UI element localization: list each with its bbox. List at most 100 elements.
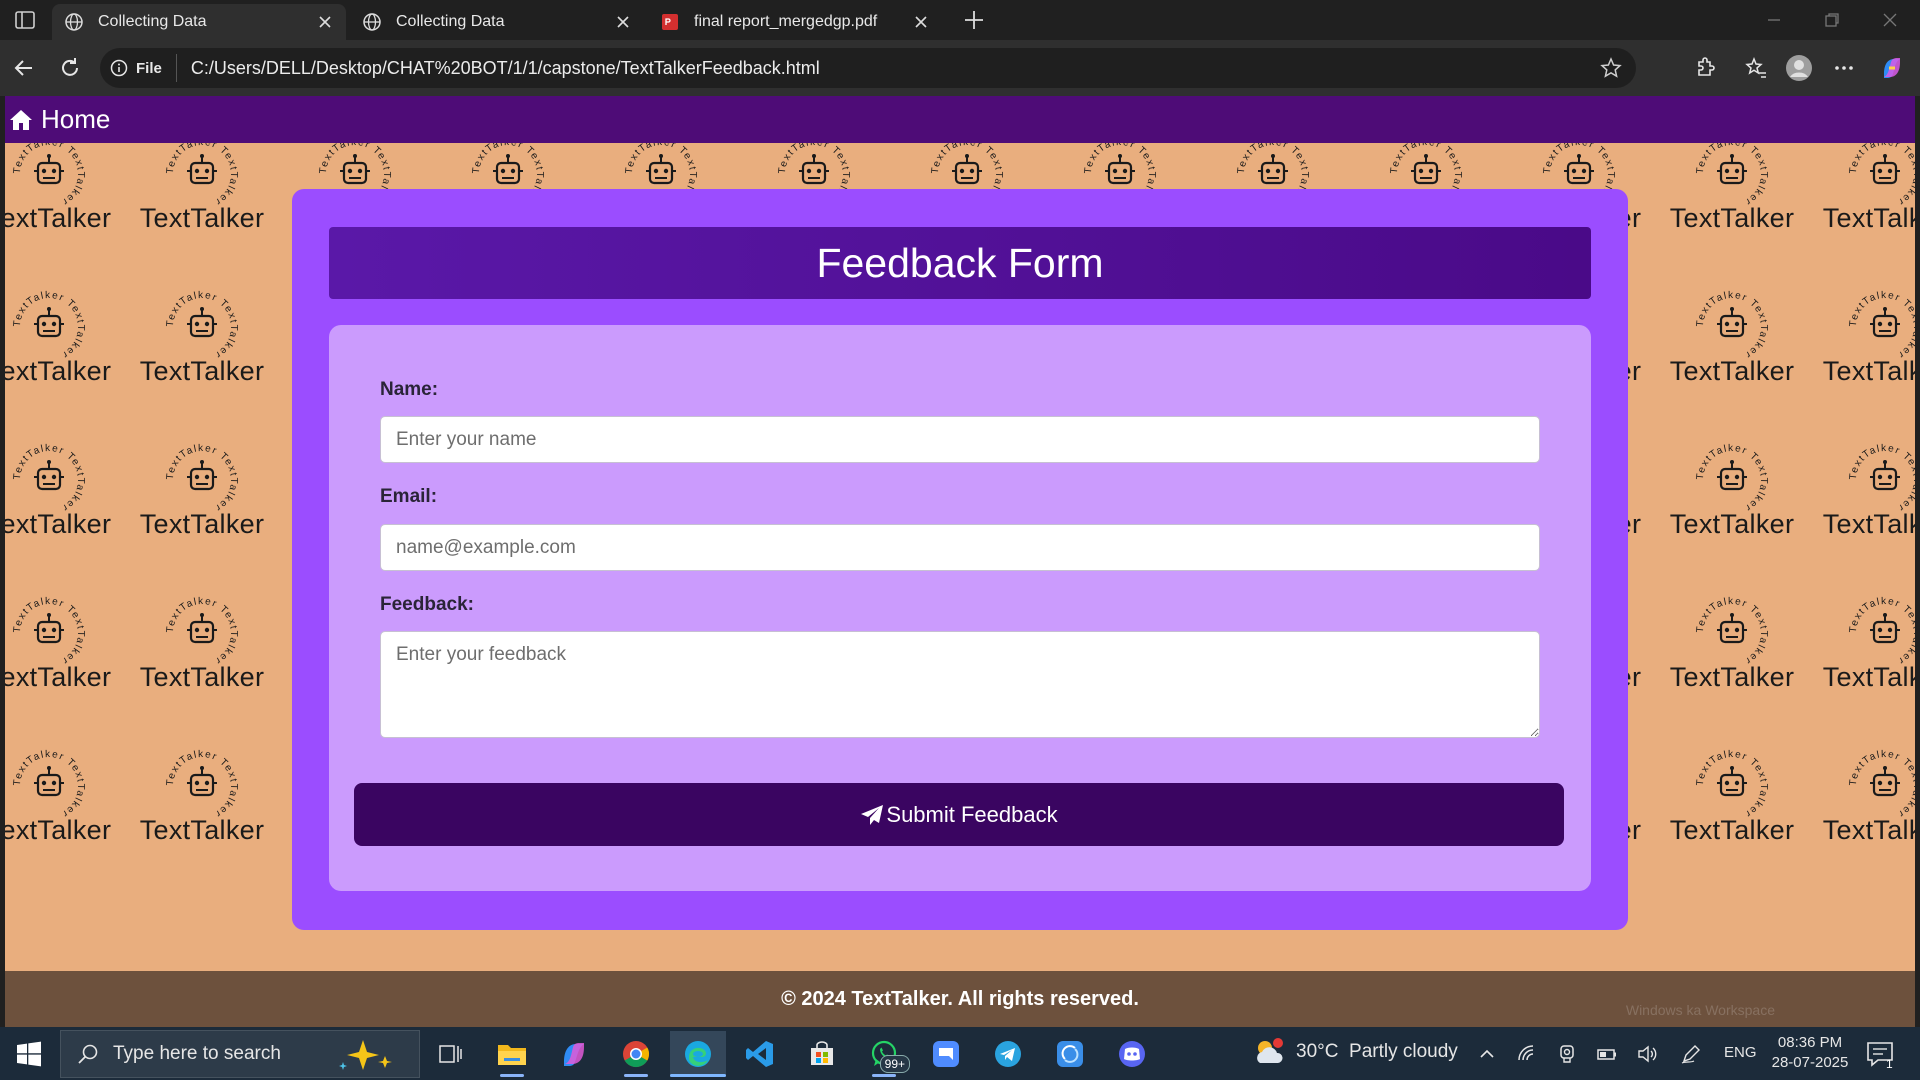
telegram-icon xyxy=(995,1041,1021,1067)
copilot-icon[interactable] xyxy=(1878,54,1906,82)
background-brand-word: TextTalker xyxy=(1669,509,1795,539)
taskbar-store[interactable] xyxy=(794,1031,850,1077)
taskbar-chrome[interactable] xyxy=(608,1031,664,1077)
globe-icon xyxy=(65,13,83,31)
feedback-card: Feedback Form Name: Email: Feedback: Sub… xyxy=(292,189,1628,930)
background-logo-tile: TextTalker TextTalkerTextTalker xyxy=(1810,290,1915,430)
close-tab-icon[interactable] xyxy=(316,13,334,31)
background-brand-word: TextTalker xyxy=(1669,203,1795,233)
taskbar-copilot[interactable] xyxy=(546,1031,602,1077)
profile-avatar-icon[interactable] xyxy=(1785,54,1813,82)
favorite-star-icon[interactable] xyxy=(1600,57,1622,79)
background-logo-tile: TextTalker TextTalkerTextTalker xyxy=(5,443,124,583)
minimize-icon[interactable] xyxy=(1764,10,1784,30)
search-placeholder: Type here to search xyxy=(113,1043,281,1064)
robot-badge-icon: TextTalker TextTalker xyxy=(1695,290,1769,361)
favorites-icon[interactable] xyxy=(1742,54,1770,82)
more-options-icon[interactable] xyxy=(1830,54,1858,82)
input-language[interactable]: ENG xyxy=(1724,1044,1757,1061)
svg-text:TextTalker TextTalker: TextTalker TextTalker xyxy=(1695,443,1769,514)
taskbar-vscode[interactable] xyxy=(732,1031,788,1077)
svg-text:TextTalker TextTalker: TextTalker TextTalker xyxy=(1695,749,1769,820)
taskbar-search[interactable]: Type here to search xyxy=(60,1030,420,1078)
background-logo-tile: TextTalker TextTalkerTextTalker xyxy=(1657,749,1807,889)
robot-badge-icon: TextTalker TextTalker xyxy=(165,596,239,667)
back-arrow-icon[interactable] xyxy=(10,54,38,82)
feedback-form: Name: Email: Feedback: Submit Feedback xyxy=(329,325,1591,891)
weather-temp: 30°C xyxy=(1296,1041,1339,1062)
submit-feedback-button[interactable]: Submit Feedback xyxy=(354,783,1564,846)
email-input[interactable] xyxy=(380,524,1540,571)
robot-badge-icon: TextTalker TextTalker xyxy=(1695,596,1768,667)
background-brand-word: TextTalker xyxy=(139,356,265,386)
taskbar-sync-app[interactable] xyxy=(1042,1031,1098,1077)
volume-icon[interactable] xyxy=(1636,1043,1658,1065)
close-tab-icon[interactable] xyxy=(614,13,632,31)
taskbar-file-explorer[interactable] xyxy=(484,1031,540,1077)
refresh-icon[interactable] xyxy=(56,54,84,82)
browser-tab-3[interactable]: final report_mergedgp.pdf xyxy=(648,4,942,40)
store-icon xyxy=(811,1041,833,1065)
close-window-icon[interactable] xyxy=(1880,10,1900,30)
svg-text:TextTalker TextTalker: TextTalker TextTalker xyxy=(165,443,239,514)
svg-text:TextTalker TextTalker: TextTalker TextTalker xyxy=(1695,143,1769,208)
background-logo-tile: TextTalker TextTalkerTextTalker xyxy=(1657,143,1807,277)
robot-badge-icon: TextTalker TextTalker xyxy=(1848,290,1915,361)
pen-icon[interactable] xyxy=(1680,1043,1702,1065)
svg-text:TextTalker TextTalker: TextTalker TextTalker xyxy=(12,596,86,667)
address-bar[interactable]: File C:/Users/DELL/Desktop/CHAT%20BOT/1/… xyxy=(100,48,1636,88)
url-text[interactable]: C:/Users/DELL/Desktop/CHAT%20BOT/1/1/cap… xyxy=(191,58,820,79)
background-brand-word: TextTalker xyxy=(1822,815,1915,845)
edge-icon xyxy=(685,1041,711,1067)
name-input[interactable] xyxy=(380,416,1540,463)
tab-actions-icon[interactable] xyxy=(12,8,38,32)
weather-condition: Partly cloudy xyxy=(1349,1041,1458,1062)
background-brand-word: TextTalker xyxy=(1669,815,1795,845)
taskbar-discord[interactable] xyxy=(1104,1031,1160,1077)
background-brand-word: TextTalker xyxy=(5,509,112,539)
extensions-icon[interactable] xyxy=(1690,54,1718,82)
background-logo-tile: TextTalker TextTalkerTextTalker xyxy=(1810,596,1915,736)
chevron-up-icon[interactable] xyxy=(1476,1043,1498,1065)
taskbar-whatsapp[interactable]: 99+ xyxy=(856,1031,912,1077)
browser-tab-2[interactable]: Collecting Data xyxy=(350,4,644,40)
background-logo-tile: TextTalker TextTalkerTextTalker xyxy=(1810,749,1915,889)
background-logo-tile: TextTalker TextTalkerTextTalker xyxy=(1657,290,1807,430)
background-brand-word: TextTalker xyxy=(139,815,265,845)
robot-badge-icon: TextTalker TextTalker xyxy=(1695,443,1769,514)
partly-cloudy-icon xyxy=(1257,1038,1283,1063)
wifi-icon[interactable] xyxy=(1516,1043,1538,1065)
svg-text:TextTalker TextTalker: TextTalker TextTalker xyxy=(1695,290,1769,361)
feedback-textarea[interactable] xyxy=(380,631,1540,738)
taskbar-telegram[interactable] xyxy=(980,1031,1036,1077)
new-tab-icon[interactable] xyxy=(962,8,986,32)
taskbar-edge[interactable] xyxy=(670,1031,726,1077)
windows-taskbar: Type here to search 99+ 30°C Partly clou… xyxy=(0,1027,1920,1080)
browser-tab-1[interactable]: Collecting Data xyxy=(52,4,346,40)
weather-widget[interactable]: 30°C Partly cloudy xyxy=(1252,1037,1458,1067)
restore-icon[interactable] xyxy=(1822,10,1842,30)
app-tile-icon xyxy=(933,1041,959,1067)
robot-badge-icon: TextTalker TextTalker xyxy=(165,749,238,820)
robot-badge-icon: TextTalker TextTalker xyxy=(1695,143,1769,208)
robot-badge-icon: TextTalker TextTalker xyxy=(165,290,238,361)
background-logo-tile: TextTalker TextTalkerTextTalker xyxy=(127,290,277,430)
windows-start-icon[interactable] xyxy=(16,1041,42,1067)
site-info-chip[interactable]: File xyxy=(110,54,177,82)
page-footer: © 2024 TextTalker. All rights reserved. xyxy=(5,971,1915,1027)
home-link[interactable]: Home xyxy=(9,104,110,135)
close-tab-icon[interactable] xyxy=(912,13,930,31)
taskbar-app-tt[interactable] xyxy=(918,1031,974,1077)
svg-text:TextTalker TextTalker: TextTalker TextTalker xyxy=(12,749,86,820)
page-viewport: Home TextTalker TextTalkerTextTalkerText… xyxy=(5,96,1915,1027)
svg-text:TextTalker TextTalker: TextTalker TextTalker xyxy=(165,596,239,667)
background-logo-tile: TextTalker TextTalkerTextTalker xyxy=(5,749,124,889)
svg-text:TextTalker TextTalker: TextTalker TextTalker xyxy=(12,290,86,361)
camera-icon[interactable] xyxy=(1556,1043,1578,1065)
battery-icon[interactable] xyxy=(1596,1043,1618,1065)
background-logo-tile: TextTalker TextTalkerTextTalker xyxy=(127,749,277,889)
task-view-button[interactable] xyxy=(422,1031,478,1077)
robot-badge-icon: TextTalker TextTalker xyxy=(12,596,86,667)
taskbar-clock[interactable]: 08:36 PM 28-07-2025 xyxy=(1770,1033,1850,1073)
discord-icon xyxy=(1119,1041,1145,1067)
